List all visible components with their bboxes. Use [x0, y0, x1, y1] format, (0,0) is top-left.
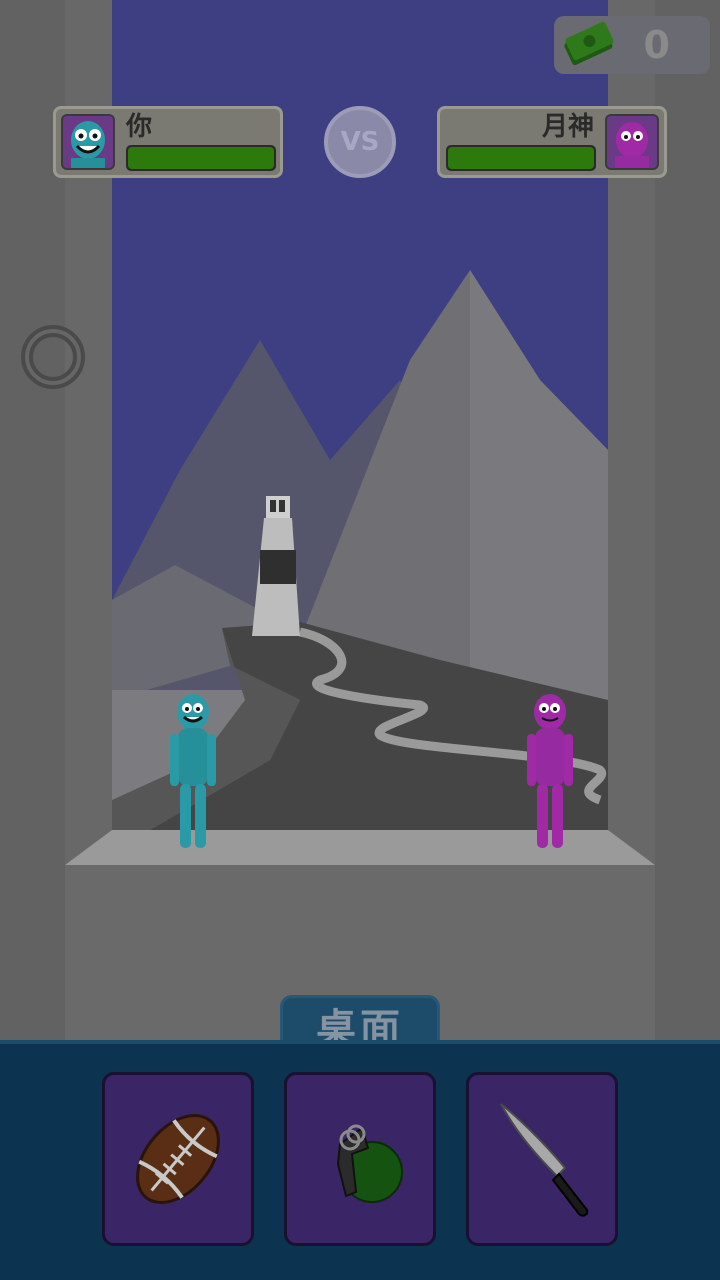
cash-icon — [564, 22, 614, 66]
enemy-avatar — [605, 114, 659, 170]
enemy-health-fill — [448, 147, 594, 169]
football-icon — [136, 1114, 220, 1204]
player-status-panel: 你 — [53, 106, 283, 178]
player-character — [170, 694, 216, 848]
player-name: 你 — [126, 112, 153, 142]
vs-badge: VS — [324, 106, 396, 178]
currency-value: 0 — [643, 23, 670, 67]
enemy-status-panel: 月神 — [437, 106, 667, 178]
enemy-health-bar — [446, 145, 596, 171]
player-health-fill — [128, 147, 274, 169]
weapon-slot-knife[interactable] — [466, 1072, 618, 1246]
player-avatar — [61, 114, 115, 170]
grenade-icon — [336, 1124, 403, 1203]
knife-icon — [500, 1103, 589, 1217]
weapon-slot-football[interactable] — [102, 1072, 254, 1246]
currency-counter: 0 — [554, 16, 710, 74]
weapon-slot-grenade[interactable] — [284, 1072, 436, 1246]
restart-ring-icon[interactable] — [20, 324, 86, 390]
player-health-bar — [126, 145, 276, 171]
enemy-character — [527, 694, 573, 848]
enemy-name: 月神 — [541, 112, 594, 142]
